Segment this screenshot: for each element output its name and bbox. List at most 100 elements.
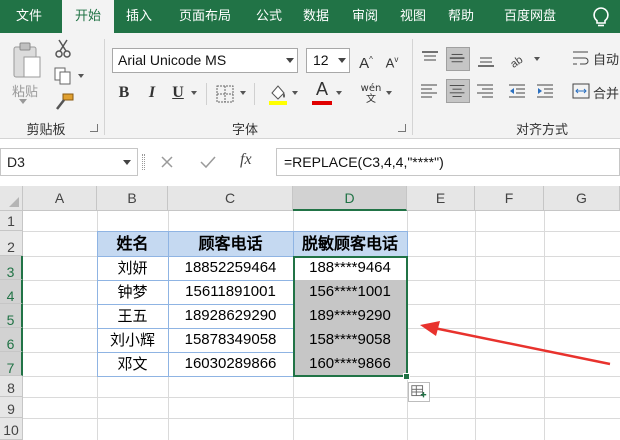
font-name-select[interactable]: Arial Unicode MS — [112, 48, 298, 73]
align-right-icon[interactable] — [474, 79, 498, 103]
row-header-3[interactable]: 3 — [0, 256, 23, 280]
font-dialog-launcher[interactable] — [398, 124, 406, 132]
decrease-font-size-icon[interactable]: Av — [380, 48, 404, 72]
row-header-5[interactable]: 5 — [0, 304, 23, 328]
name-box[interactable]: D3 — [0, 148, 138, 176]
column-header-d[interactable]: D — [293, 186, 407, 211]
formula-bar-grip[interactable] — [142, 154, 145, 170]
table-header-phone[interactable]: 顾客电话 — [168, 231, 293, 256]
quick-analysis-icon — [411, 385, 427, 398]
cut-icon[interactable] — [54, 39, 72, 59]
formula-input[interactable]: =REPLACE(C3,4,4,"****") — [276, 148, 620, 176]
align-left-icon[interactable] — [418, 79, 442, 103]
bottom-align-icon[interactable] — [474, 47, 498, 71]
cancel-icon[interactable] — [160, 155, 174, 169]
tab-home[interactable]: 开始 — [62, 0, 114, 33]
copy-icon[interactable] — [54, 67, 72, 85]
clipboard-dialog-launcher[interactable] — [90, 124, 98, 132]
increase-indent-icon[interactable] — [534, 79, 558, 103]
tab-formulas[interactable]: 公式 — [248, 0, 290, 33]
gridline — [23, 397, 620, 398]
underline-dropdown-arrow[interactable] — [191, 91, 197, 95]
column-header-c[interactable]: C — [168, 186, 293, 211]
row-header-1[interactable]: 1 — [0, 211, 23, 231]
phonetic-guide-icon[interactable]: wén 文 — [360, 83, 382, 105]
column-header-a[interactable]: A — [23, 186, 97, 211]
tab-review[interactable]: 审阅 — [342, 0, 388, 33]
column-header-g[interactable]: G — [544, 186, 620, 211]
tab-view[interactable]: 视图 — [392, 0, 434, 33]
bold-button[interactable]: B — [112, 81, 136, 105]
merge-center-icon[interactable] — [572, 83, 590, 99]
font-color-dropdown-arrow[interactable] — [336, 91, 342, 95]
select-all-button[interactable] — [0, 186, 23, 211]
table-header-masked-phone[interactable]: 脱敏顾客电话 — [293, 231, 407, 256]
cell-b6[interactable]: 刘小辉 — [97, 328, 168, 352]
increase-font-size-icon[interactable]: A^ — [354, 48, 378, 72]
column-header-f[interactable]: F — [475, 186, 544, 211]
row-header-4[interactable]: 4 — [0, 280, 23, 304]
borders-dropdown-arrow[interactable] — [240, 91, 246, 95]
underline-button[interactable]: U — [166, 81, 190, 105]
merge-center-label[interactable]: 合并 — [593, 83, 619, 102]
insert-function-icon[interactable]: fx — [240, 151, 252, 169]
decrease-indent-icon[interactable] — [506, 79, 530, 103]
cell-c4[interactable]: 15611891001 — [168, 280, 293, 304]
italic-button[interactable]: I — [140, 81, 164, 105]
font-color-icon[interactable]: A — [312, 79, 332, 101]
font-color-swatch — [312, 101, 332, 105]
row-header-7[interactable]: 7 — [0, 352, 23, 376]
table-header-name[interactable]: 姓名 — [97, 231, 168, 256]
orientation-icon[interactable]: ab — [506, 47, 530, 71]
align-center-button[interactable] — [446, 79, 470, 103]
middle-align-button[interactable] — [446, 47, 470, 71]
column-header-b[interactable]: B — [97, 186, 168, 211]
cell-c6[interactable]: 15878349058 — [168, 328, 293, 352]
cell-b4[interactable]: 钟梦 — [97, 280, 168, 304]
tab-file[interactable]: 文件 — [0, 0, 58, 33]
row-header-2[interactable]: 2 — [0, 231, 23, 256]
top-align-icon[interactable] — [418, 47, 442, 71]
row-header-6[interactable]: 6 — [0, 328, 23, 352]
row-header-9[interactable]: 9 — [0, 397, 23, 418]
cell-c5[interactable]: 18928629290 — [168, 304, 293, 328]
wrap-text-label[interactable]: 自动 — [593, 49, 619, 68]
tab-data[interactable]: 数据 — [294, 0, 338, 33]
fill-color-icon[interactable] — [268, 83, 288, 105]
cell-b7[interactable]: 邓文 — [97, 352, 168, 376]
lightbulb-icon[interactable] — [590, 6, 612, 28]
svg-text:ab: ab — [508, 54, 525, 71]
paste-dropdown-arrow[interactable] — [19, 99, 27, 104]
cell-b3[interactable]: 刘妍 — [97, 256, 168, 280]
row-header-10[interactable]: 10 — [0, 418, 23, 440]
phonetic-dropdown-arrow[interactable] — [386, 91, 392, 95]
chevron-down-icon — [286, 58, 294, 63]
quick-analysis-button[interactable] — [408, 382, 430, 402]
chevron-down-icon — [123, 160, 131, 165]
tab-help[interactable]: 帮助 — [438, 0, 484, 33]
copy-dropdown-arrow[interactable] — [78, 74, 84, 78]
cell-b5[interactable]: 王五 — [97, 304, 168, 328]
wrap-text-icon[interactable] — [572, 49, 590, 67]
tab-baidu-netdisk[interactable]: 百度网盘 — [488, 0, 572, 33]
gridline — [23, 418, 620, 419]
paste-icon[interactable] — [10, 41, 44, 81]
fill-handle[interactable] — [403, 373, 410, 380]
cell-c7[interactable]: 16030289866 — [168, 352, 293, 376]
tab-page-layout[interactable]: 页面布局 — [166, 0, 244, 33]
format-painter-icon[interactable] — [54, 93, 74, 111]
borders-icon[interactable] — [216, 85, 234, 103]
selection-border — [293, 256, 408, 377]
orientation-dropdown-arrow[interactable] — [534, 57, 540, 61]
cell-c3[interactable]: 18852259464 — [168, 256, 293, 280]
enter-check-icon[interactable] — [200, 155, 216, 169]
alignment-group-label: 对齐方式 — [515, 123, 568, 138]
font-size-select[interactable]: 12 — [306, 48, 350, 73]
tab-insert[interactable]: 插入 — [116, 0, 162, 33]
fill-color-dropdown-arrow[interactable] — [292, 91, 298, 95]
column-header-e[interactable]: E — [407, 186, 475, 211]
row-header-8[interactable]: 8 — [0, 376, 23, 397]
align-center-icon — [449, 85, 465, 97]
clipboard-group-label: 剪贴板 — [26, 123, 66, 138]
ribbon-separator — [412, 39, 413, 135]
